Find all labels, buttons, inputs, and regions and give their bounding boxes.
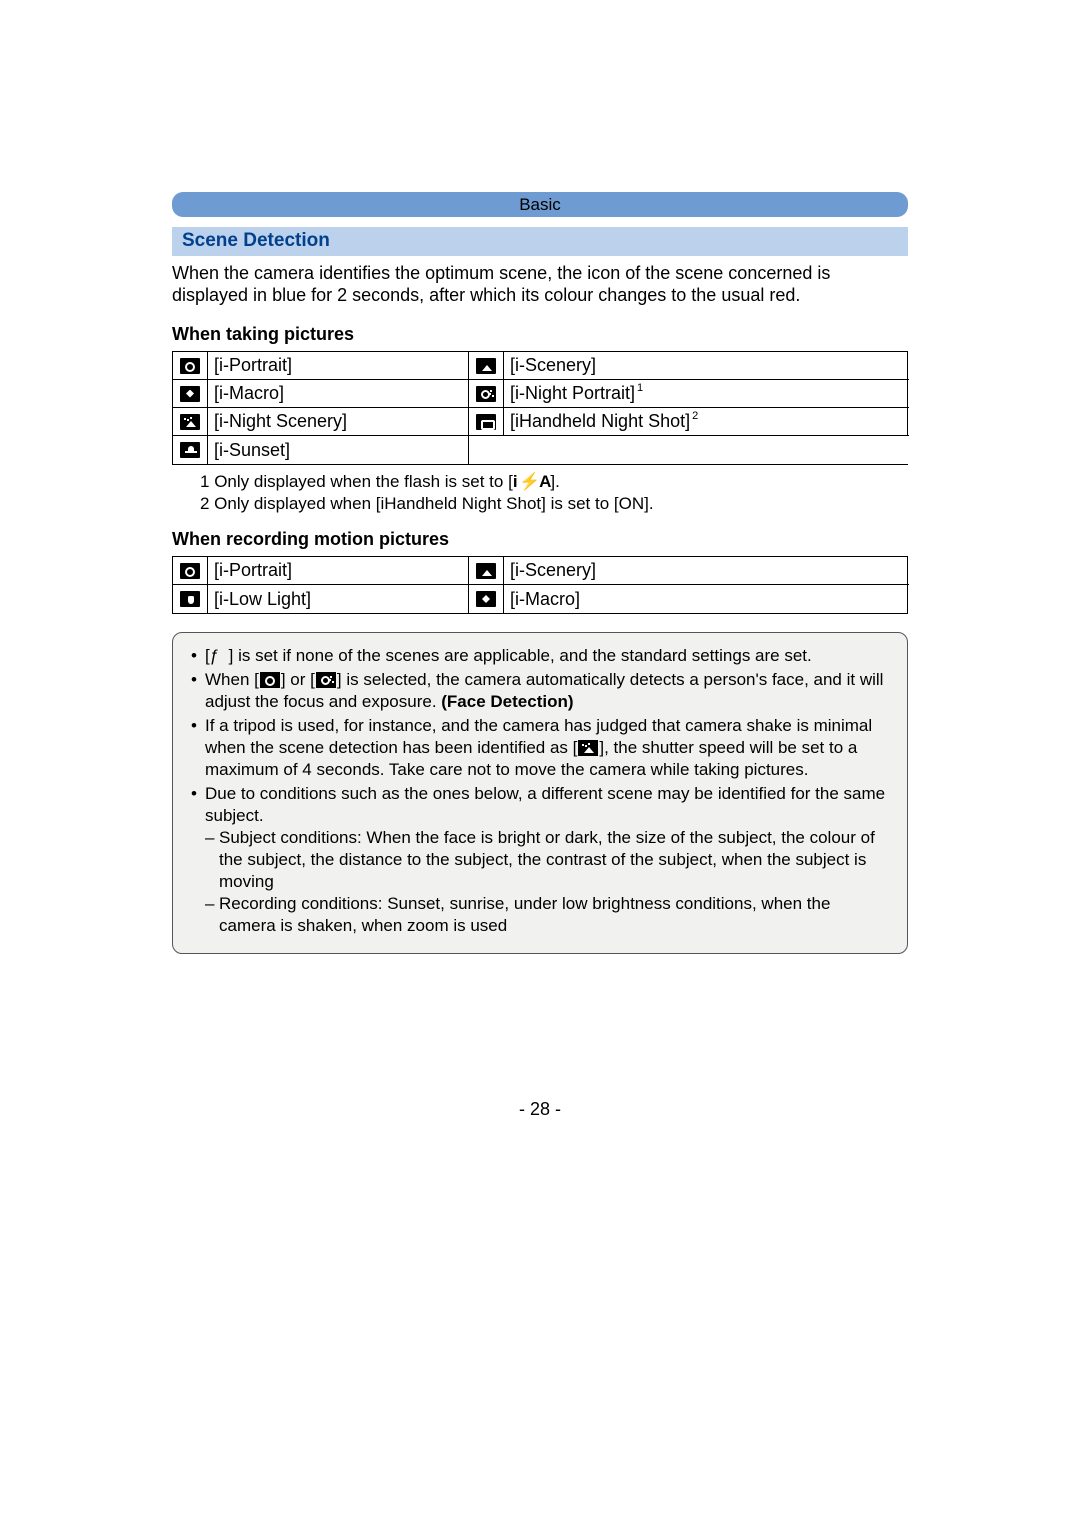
flash-auto-icon: i ⚡A [513, 471, 551, 493]
portrait-icon [260, 672, 280, 688]
table-cell-label: [i-Macro] [504, 585, 909, 613]
table-cell-label: [i-Night Scenery] [208, 408, 469, 436]
cell-text: [iHandheld Night Shot] [510, 411, 690, 432]
footnotes: 1 Only displayed when the flash is set t… [200, 471, 908, 515]
macro-icon [469, 585, 504, 613]
note-subitem: Recording conditions: Sunset, sunrise, u… [205, 893, 889, 937]
empty-cell [469, 435, 909, 464]
page-number: - 28 - [0, 1099, 1080, 1120]
sup-ref: 1 [637, 382, 643, 394]
footnote-2: 2 Only displayed when [iHandheld Night S… [200, 493, 908, 515]
pictures-table: [i-Portrait] [i-Scenery] [i-Macro] [i-Ni… [172, 351, 908, 465]
sup-ref: 2 [692, 410, 698, 422]
macro-icon [173, 380, 208, 408]
night-scenery-icon [173, 408, 208, 436]
table-cell-label: [i-Portrait] [208, 557, 469, 585]
night-scenery-icon [578, 740, 598, 756]
motion-heading: When recording motion pictures [172, 529, 908, 550]
manual-page: Basic Scene Detection When the camera id… [0, 0, 1080, 1526]
scenery-icon [469, 352, 504, 380]
table-cell-label: [i-Scenery] [504, 557, 909, 585]
night-portrait-icon [469, 380, 504, 408]
night-portrait-icon [316, 672, 336, 688]
handheld-night-icon [469, 408, 504, 436]
portrait-icon [173, 352, 208, 380]
table-cell-label: [i-Scenery] [504, 352, 909, 380]
cell-text: [i-Night Portrait] [510, 383, 635, 404]
note-item: When [] or [] is selected, the camera au… [191, 669, 889, 713]
note-item: [ƒ ] is set if none of the scenes are ap… [191, 645, 889, 667]
portrait-icon [173, 557, 208, 585]
stdsetting-symbol: ƒ [210, 646, 219, 665]
motion-table: [i-Portrait] [i-Scenery] [i-Low Light] [… [172, 556, 908, 614]
table-cell-label: [i-Macro] [208, 380, 469, 408]
section-title-bar: Scene Detection [172, 227, 908, 256]
chapter-header: Basic [172, 192, 908, 217]
notes-box: [ƒ ] is set if none of the scenes are ap… [172, 632, 908, 954]
low-light-icon [173, 585, 208, 613]
note-text: When [ [205, 670, 259, 689]
table-cell-label: [i-Low Light] [208, 585, 469, 613]
scenery-icon [469, 557, 504, 585]
fn-num: 1 [200, 472, 209, 491]
intro-text: When the camera identifies the optimum s… [172, 262, 908, 306]
table-cell-label: [i-Sunset] [208, 436, 469, 464]
sunset-icon [173, 436, 208, 464]
note-item: If a tripod is used, for instance, and t… [191, 715, 889, 781]
note-subitem: Subject conditions: When the face is bri… [205, 827, 889, 893]
note-item: Due to conditions such as the ones below… [191, 783, 889, 937]
table-cell-label: [i-Portrait] [208, 352, 469, 380]
table-cell-label: [i-Night Portrait]1 [504, 380, 909, 408]
note-text: ] is set if none of the scenes are appli… [229, 646, 812, 665]
note-text: Due to conditions such as the ones below… [205, 784, 885, 825]
fn-text: ]. [550, 472, 559, 491]
footnote-1: 1 Only displayed when the flash is set t… [200, 471, 908, 493]
fn-text: Only displayed when the flash is set to … [214, 472, 513, 491]
note-text: ] or [ [281, 670, 315, 689]
note-bold: (Face Detection) [441, 692, 573, 711]
table-cell-label: [iHandheld Night Shot]2 [504, 408, 909, 436]
pictures-heading: When taking pictures [172, 324, 908, 345]
